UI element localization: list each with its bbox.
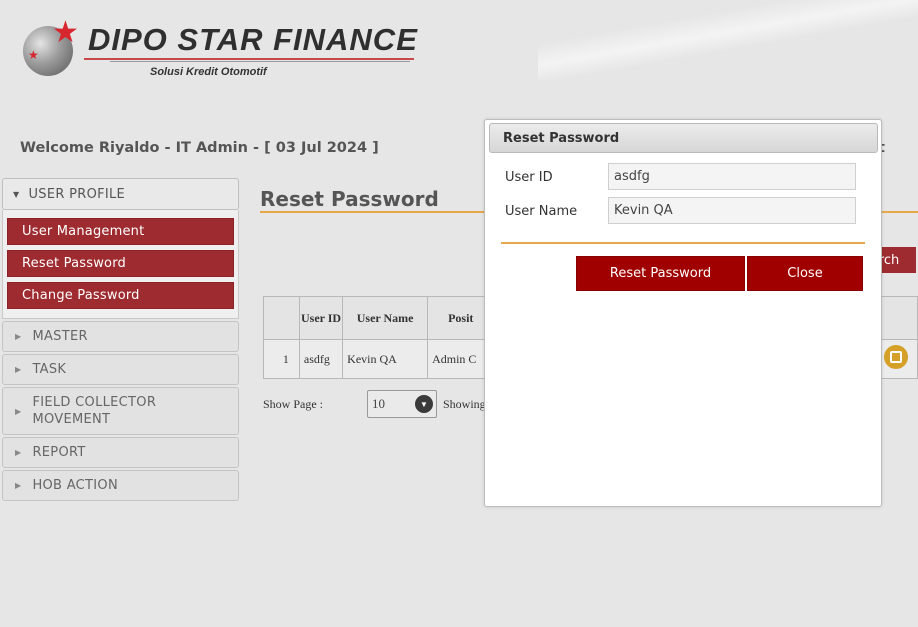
column-header-no bbox=[263, 296, 300, 340]
accordion-label: REPORT bbox=[32, 445, 86, 460]
cell-user-id: asdfg bbox=[298, 339, 344, 379]
user-id-label: User ID bbox=[505, 170, 553, 185]
user-name-field[interactable]: Kevin QA bbox=[608, 197, 856, 224]
header-decoration bbox=[538, 0, 918, 80]
column-header-user-name[interactable]: User Name bbox=[342, 296, 429, 340]
page-size-select[interactable]: 10 ▼ bbox=[367, 390, 437, 418]
logo-underline-secondary bbox=[110, 61, 410, 62]
welcome-text: Welcome Riyaldo - IT Admin - [ 03 Jul 20… bbox=[20, 140, 379, 156]
user-id-field[interactable]: asdfg bbox=[608, 163, 856, 190]
cell-user-name: Kevin QA bbox=[342, 339, 429, 379]
dialog-title[interactable]: Reset Password bbox=[489, 123, 878, 153]
user-name-label: User Name bbox=[505, 204, 578, 219]
edit-action-icon[interactable] bbox=[884, 345, 908, 369]
accordion-label: USER PROFILE bbox=[28, 186, 126, 202]
accordion-label: FIELD COLLECTOR MOVEMENT bbox=[32, 395, 157, 427]
menu-item-reset-password[interactable]: Reset Password bbox=[7, 250, 234, 277]
company-logo: ★ ★ DIPO STAR FINANCE Solusi Kredit Otom… bbox=[20, 15, 420, 90]
menu-item-change-password[interactable]: Change Password bbox=[7, 282, 234, 309]
accordion-label: HOB ACTION bbox=[32, 478, 118, 493]
brand-name: DIPO STAR FINANCE bbox=[88, 22, 418, 57]
dialog-divider bbox=[501, 242, 865, 244]
chevron-down-icon: ▼ bbox=[415, 395, 433, 413]
triangle-right-icon: ▶ bbox=[15, 332, 22, 341]
sidebar: ▼ USER PROFILE User Management Reset Pas… bbox=[2, 178, 239, 501]
accordion-master[interactable]: ▶ MASTER bbox=[2, 321, 239, 352]
accordion-user-profile[interactable]: ▼ USER PROFILE bbox=[2, 178, 239, 210]
show-page-label: Show Page : bbox=[263, 397, 323, 411]
logo-small-star-icon: ★ bbox=[28, 48, 39, 62]
reset-password-button[interactable]: Reset Password bbox=[576, 256, 745, 291]
page-title: Reset Password bbox=[260, 187, 439, 211]
triangle-right-icon: ▶ bbox=[15, 406, 22, 416]
action-square-shape bbox=[890, 351, 902, 363]
accordion-user-profile-body: User Management Reset Password Change Pa… bbox=[2, 210, 239, 319]
accordion-label: MASTER bbox=[32, 329, 88, 344]
accordion-field-collector-movement[interactable]: ▶ FIELD COLLECTOR MOVEMENT bbox=[2, 387, 239, 435]
logo-star-icon: ★ bbox=[52, 15, 79, 50]
triangle-right-icon: ▶ bbox=[15, 365, 22, 374]
close-button[interactable]: Close bbox=[747, 256, 863, 291]
triangle-right-icon: ▶ bbox=[15, 481, 22, 490]
triangle-down-icon: ▼ bbox=[13, 189, 20, 199]
accordion-label: TASK bbox=[32, 362, 67, 377]
menu-item-user-management[interactable]: User Management bbox=[7, 218, 234, 245]
logo-underline bbox=[84, 58, 414, 60]
accordion-hob-action[interactable]: ▶ HOB ACTION bbox=[2, 470, 239, 501]
triangle-right-icon: ▶ bbox=[15, 448, 22, 457]
page-size-value: 10 bbox=[372, 396, 385, 411]
column-header-user-id[interactable]: User ID bbox=[298, 296, 344, 340]
showing-label: Showing bbox=[443, 397, 486, 411]
accordion-report[interactable]: ▶ REPORT bbox=[2, 437, 239, 468]
accordion-task[interactable]: ▶ TASK bbox=[2, 354, 239, 385]
brand-tagline: Solusi Kredit Otomotif bbox=[150, 66, 267, 78]
reset-password-dialog: Reset Password User ID asdfg User Name K… bbox=[484, 119, 882, 507]
cell-no: 1 bbox=[263, 339, 300, 379]
